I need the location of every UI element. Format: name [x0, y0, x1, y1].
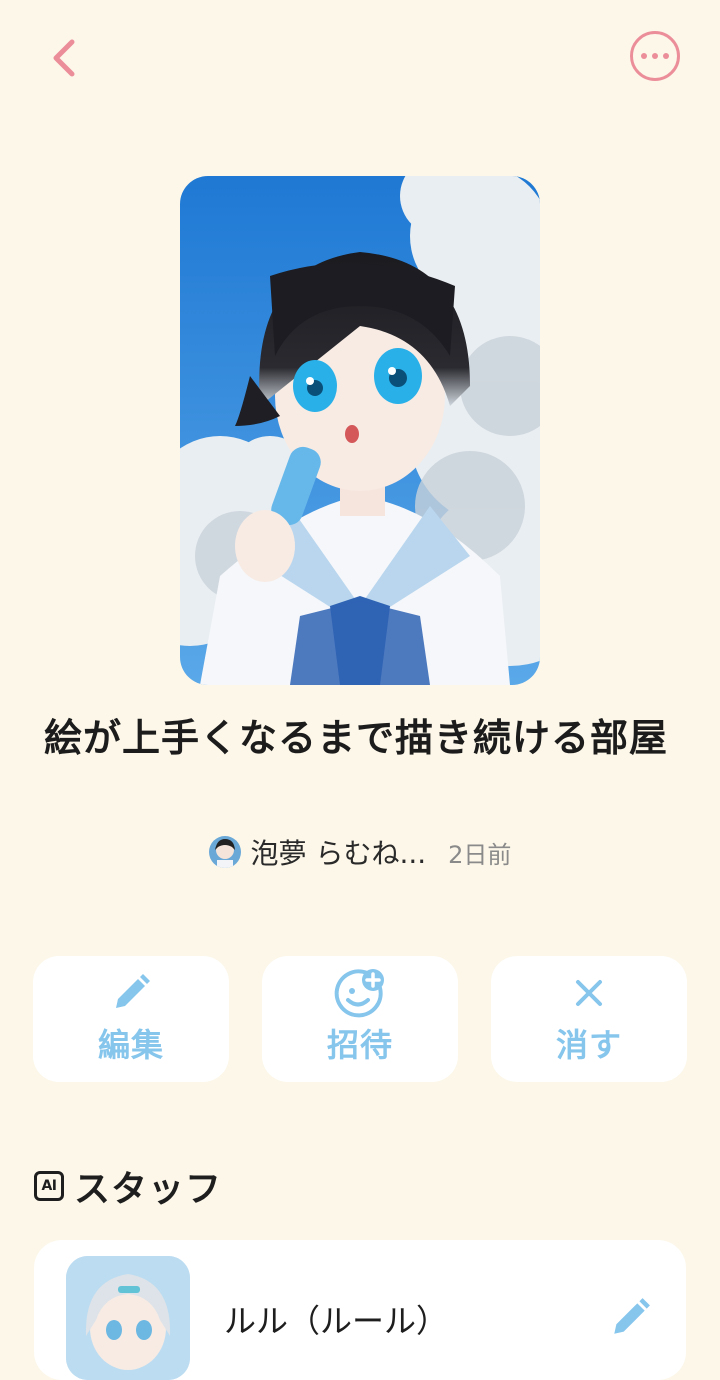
ellipsis-circle-icon: [641, 53, 647, 59]
staff-section-title: スタッフ: [74, 1169, 223, 1210]
pencil-icon: [116, 974, 150, 1008]
staff-avatar[interactable]: [66, 1256, 190, 1380]
ai-badge-icon: AI: [34, 1171, 64, 1201]
delete-label: 消す: [555, 1026, 622, 1064]
pencil-icon: [614, 1298, 650, 1334]
chevron-left-icon: [53, 39, 75, 77]
staff-name: ルル（ルール）: [224, 1302, 449, 1340]
invite-label: 招待: [326, 1026, 393, 1064]
room-meta: 泡夢 らむね... 2日前: [0, 832, 720, 872]
invite-smile-plus-icon: [334, 969, 384, 1018]
back-button[interactable]: [36, 30, 92, 86]
author-name[interactable]: 泡夢 らむね...: [251, 832, 427, 872]
room-title: 絵が上手くなるまで描き続ける部屋: [44, 716, 669, 760]
staff-section-header: AI スタッフ: [34, 1160, 222, 1212]
posted-time: 2日前: [448, 840, 512, 869]
staff-card[interactable]: ルル（ルール）: [34, 1240, 686, 1380]
edit-label: 編集: [97, 1026, 164, 1064]
delete-button[interactable]: 消す: [491, 956, 687, 1082]
invite-button[interactable]: 招待: [262, 956, 458, 1082]
author-avatar[interactable]: [208, 836, 241, 868]
staff-edit-button[interactable]: [608, 1296, 652, 1340]
more-options-button[interactable]: [630, 31, 680, 81]
close-x-icon: [576, 980, 602, 1006]
edit-button[interactable]: 編集: [33, 956, 229, 1082]
room-cover-image[interactable]: [180, 176, 540, 685]
